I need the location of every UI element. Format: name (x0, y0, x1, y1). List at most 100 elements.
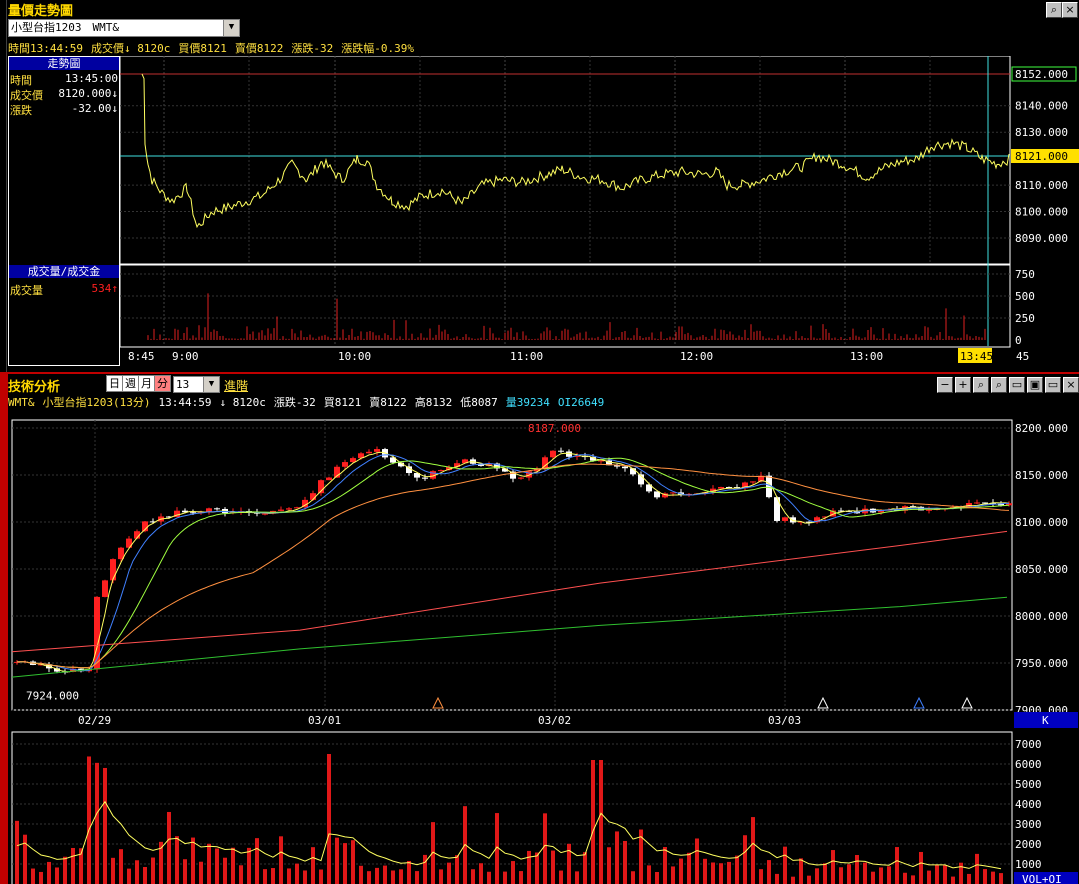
volume-bar (903, 872, 907, 884)
top-window: 量價走勢圖 ⌕ × 小型台指1203 WMT& ▼ 時間13:44:59 成交價↓… (0, 0, 1079, 372)
volume-bar (151, 857, 155, 884)
candle-body (782, 517, 788, 521)
chat-icon[interactable]: ▭ (1009, 377, 1025, 393)
price-axis-label: 8121.000 (1015, 150, 1068, 163)
interval-select[interactable]: 13 ▼ (173, 376, 220, 393)
volume-bar (231, 847, 235, 884)
tech-volume-axis-label: 6000 (1015, 758, 1042, 771)
volume-bar (111, 857, 115, 884)
advanced-link[interactable]: 進階 (224, 377, 248, 394)
volume-bar (191, 837, 195, 884)
candlestick-chart[interactable]: 8200.000 8150.000 8100.000 8050.000 8000.000… (0, 410, 1079, 884)
tech-price-axis-label: 7950.000 (1015, 657, 1068, 670)
candle-body (790, 517, 796, 523)
left-edge-bar-top (0, 0, 7, 372)
volume-bar (391, 870, 395, 884)
volume-bar (591, 760, 595, 884)
zoom-in-icon[interactable]: ⌕ (991, 377, 1007, 393)
volume-axis-label: 500 (1015, 290, 1035, 303)
tech-window-title: 技術分析 (8, 376, 61, 395)
volume-bar (991, 871, 995, 884)
symbol-select[interactable]: 小型台指1203 WMT& ▼ (8, 19, 240, 37)
period-day[interactable]: 日 (106, 375, 123, 392)
time-axis-label: 10:00 (338, 350, 371, 363)
zoom-in-button[interactable]: ⌕ (1046, 2, 1062, 18)
price-axis-label: 8090.000 (1015, 232, 1068, 245)
symbol-select-value: 小型台指1203 WMT& (11, 21, 119, 34)
period-month[interactable]: 月 (138, 375, 155, 392)
volume-bar (631, 871, 635, 884)
volume-bar (279, 836, 283, 884)
volume-bar (319, 869, 323, 884)
period-week[interactable]: 週 (122, 375, 139, 392)
volume-bar (711, 862, 715, 884)
volume-bar (775, 873, 779, 884)
time-axis-label: 45 (1016, 350, 1029, 363)
zoom-out-icon[interactable]: ⌕ (973, 377, 989, 393)
volume-bar (543, 813, 547, 884)
volume-bar (895, 847, 899, 884)
top-info-2: 買價8121 (178, 42, 227, 55)
volume-bar (695, 838, 699, 884)
price-axis-label: 8152.000 (1015, 68, 1068, 81)
restore-icon[interactable]: ▭ (1045, 377, 1061, 393)
candle-body (750, 481, 756, 483)
candle-body (718, 486, 724, 489)
close-button[interactable]: × (1062, 2, 1078, 18)
volume-bar (207, 843, 211, 884)
plus-button[interactable]: + (955, 377, 971, 393)
candle-body (518, 477, 524, 479)
volume-bar (927, 870, 931, 884)
volume-bar (383, 865, 387, 884)
trend-row-key: 成交價 (10, 89, 43, 102)
volume-bar (615, 831, 619, 884)
interval-value: 13 (176, 378, 190, 391)
volume-bar (823, 863, 827, 884)
volume-bar (399, 869, 403, 884)
volume-bar (959, 862, 963, 884)
tech-info-4: 漲跌-32 (273, 396, 316, 409)
time-axis-label: 12:00 (680, 350, 713, 363)
volume-bar (39, 871, 43, 884)
volume-bar (103, 767, 107, 884)
volume-bar (15, 820, 19, 884)
volume-bar (655, 871, 659, 884)
top-window-title: 量價走勢圖 (8, 0, 74, 19)
volume-bar (871, 871, 875, 884)
candle-body (214, 508, 220, 510)
minus-button[interactable]: − (937, 377, 953, 393)
period-minute[interactable]: 分 (154, 375, 171, 392)
volume-bar (551, 850, 555, 884)
volume-bar (671, 866, 675, 884)
volume-bar (375, 867, 379, 884)
tech-price-axis-label: 8150.000 (1015, 469, 1068, 482)
top-info-0: 時間13:44:59 (8, 42, 83, 55)
candle-body (262, 513, 268, 515)
tech-info-6: 賣8122 (369, 396, 407, 409)
volume-bar (975, 853, 979, 884)
date-axis-label: 03/03 (768, 714, 801, 727)
volume-bar (935, 864, 939, 884)
tech-close-button[interactable]: × (1063, 377, 1079, 393)
trend-chart[interactable]: 8152.000 8140.000 8130.000 8121.000 8110.000… (120, 56, 1079, 368)
volume-bar (55, 867, 59, 884)
volume-bar (519, 871, 523, 884)
trend-row: 漲跌 -32.00↓ (10, 102, 118, 117)
volume-bar (183, 859, 187, 884)
high-label: 8187.000 (528, 422, 581, 435)
chevron-down-icon[interactable]: ▼ (223, 20, 239, 36)
tech-volume-axis-label: 1000 (1015, 858, 1042, 871)
kline-plot-frame (11, 419, 1013, 711)
volume-bar (255, 838, 259, 884)
candle-body (438, 470, 444, 472)
candle-body (542, 457, 548, 469)
candle-body (550, 450, 556, 458)
volume-bar (167, 811, 171, 884)
volume-bar (751, 817, 755, 884)
volume-bar (607, 847, 611, 884)
candle-body (366, 451, 372, 454)
volume-bar (719, 863, 723, 884)
volume-bar (863, 862, 867, 884)
chevron-down-icon[interactable]: ▼ (203, 377, 219, 392)
save-icon[interactable]: ▣ (1027, 377, 1043, 393)
